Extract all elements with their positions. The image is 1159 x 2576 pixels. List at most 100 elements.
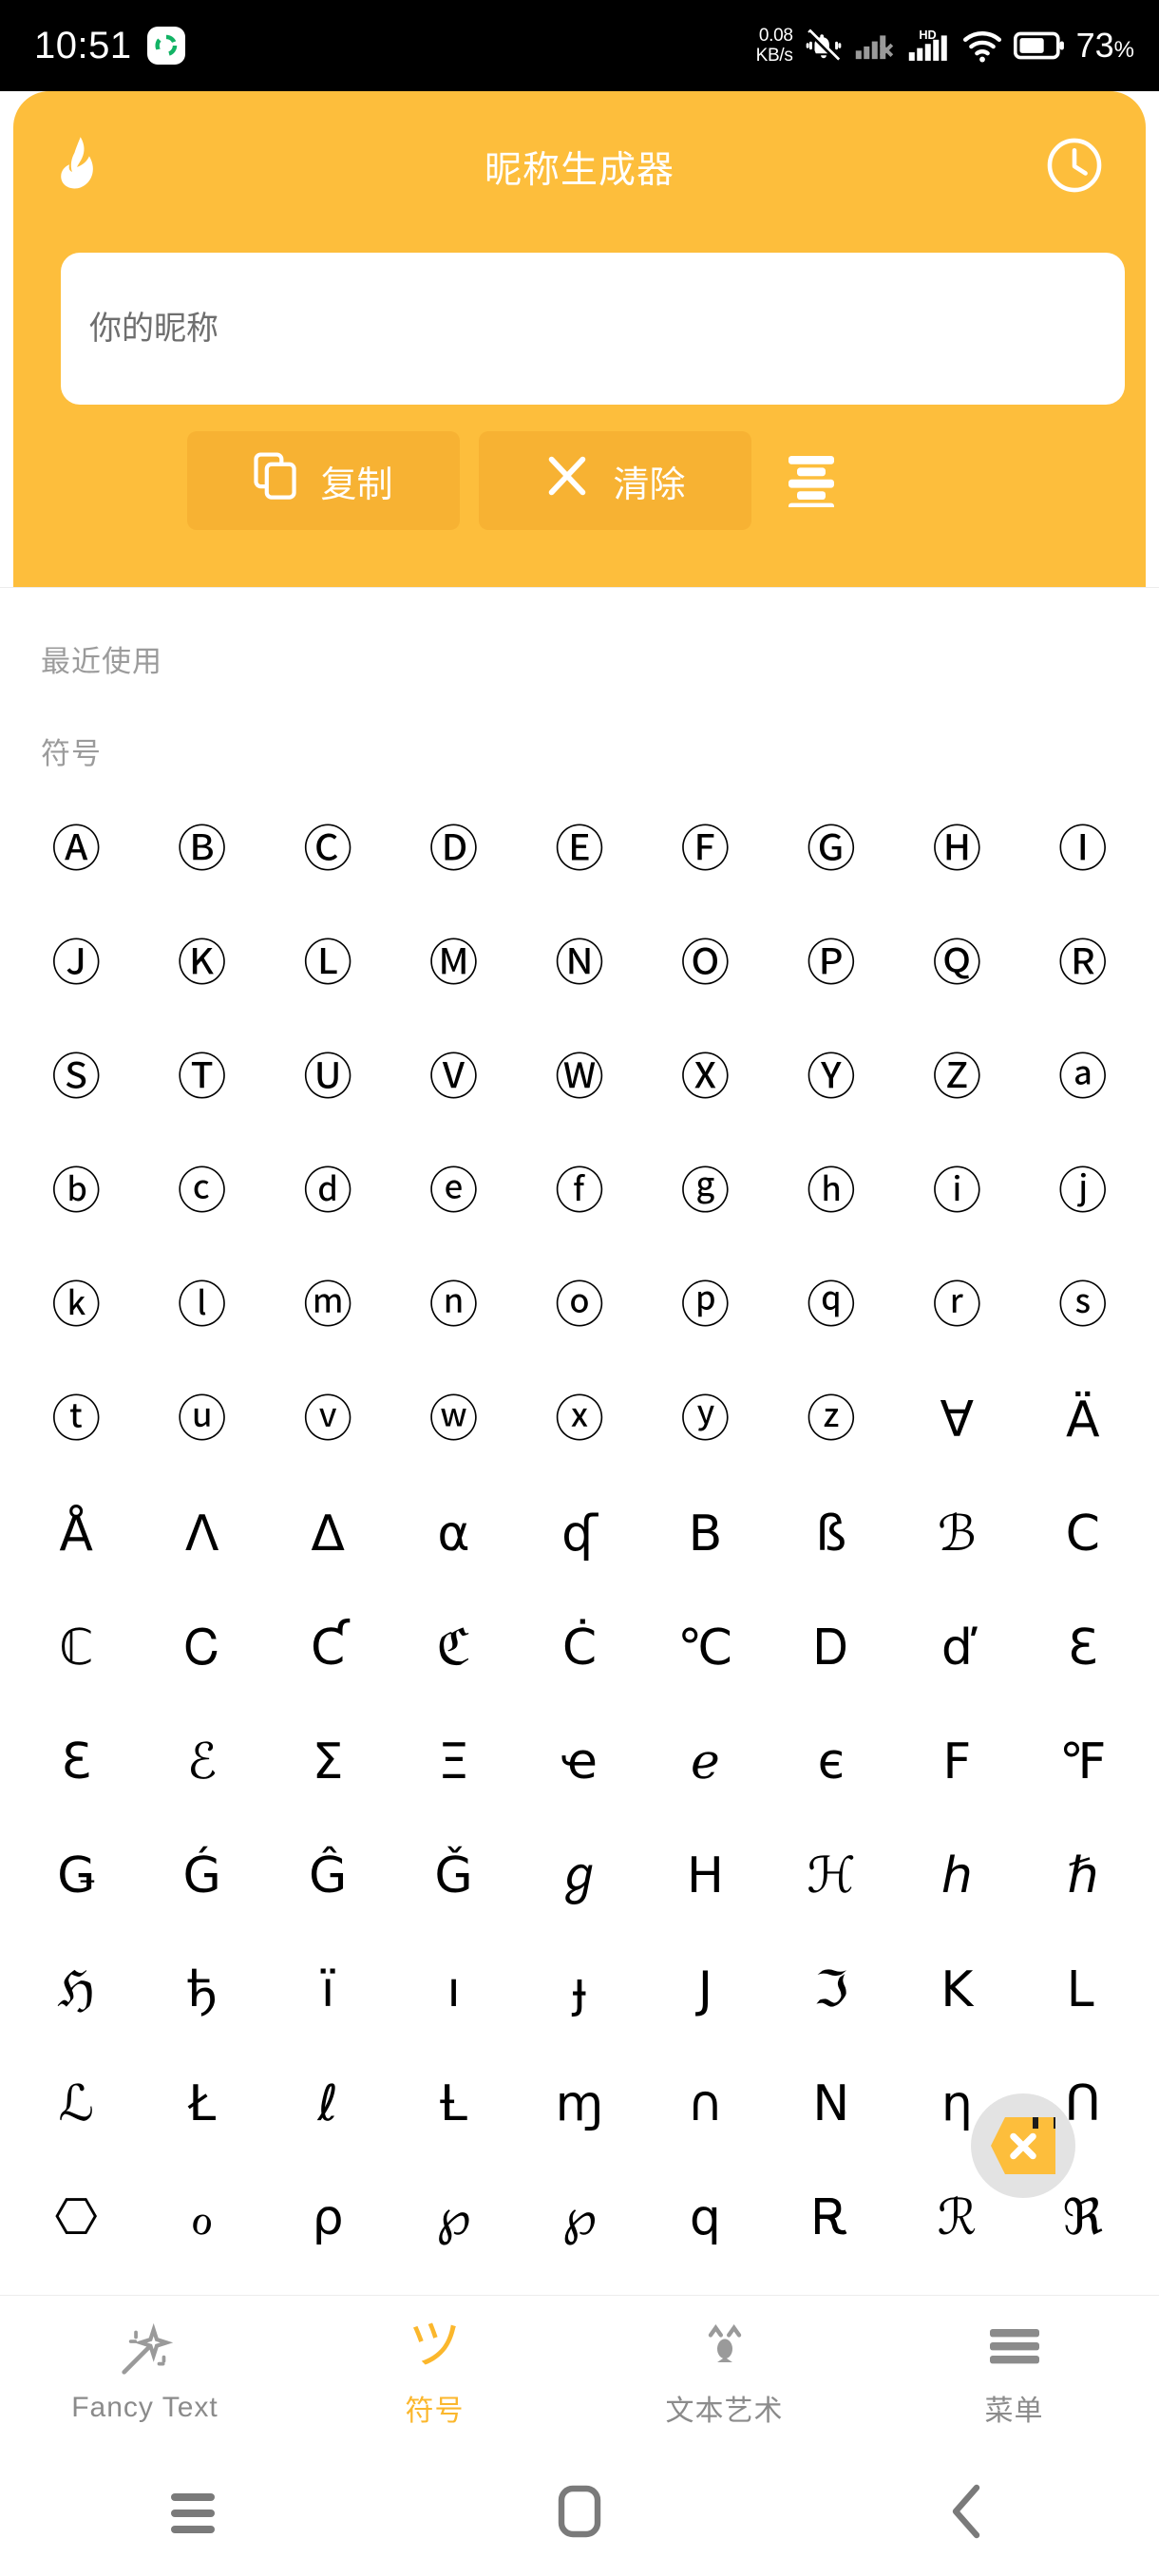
- symbol-cell[interactable]: Ǧ: [390, 1819, 516, 1933]
- symbol-cell[interactable]: ℰ: [139, 1705, 264, 1819]
- symbol-cell[interactable]: Ⓓ: [390, 793, 516, 907]
- symbol-cell[interactable]: ρ: [265, 2161, 390, 2275]
- symbol-cell[interactable]: ⓑ: [13, 1135, 139, 1249]
- symbol-cell[interactable]: ⓨ: [642, 1363, 768, 1477]
- symbol-cell[interactable]: Δ: [265, 1477, 390, 1591]
- symbol-cell[interactable]: ⓟ: [642, 1249, 768, 1363]
- symbol-cell[interactable]: Η: [642, 1819, 768, 1933]
- symbol-cell[interactable]: ⓚ: [13, 1249, 139, 1363]
- symbol-cell[interactable]: ℃: [642, 1591, 768, 1705]
- flame-icon[interactable]: [55, 135, 110, 200]
- symbol-cell[interactable]: Ԑ: [13, 1705, 139, 1819]
- symbol-cell[interactable]: Ɐ: [894, 1363, 1019, 1477]
- symbol-cell[interactable]: ℓ: [265, 2047, 390, 2161]
- symbol-cell[interactable]: ⓕ: [517, 1135, 642, 1249]
- symbol-cell[interactable]: Ƚ: [390, 2047, 516, 2161]
- symbol-cell[interactable]: Ⓐ: [13, 793, 139, 907]
- symbol-cell[interactable]: Κ: [894, 1933, 1019, 2047]
- symbol-cell[interactable]: ⓐ: [1020, 1021, 1146, 1135]
- symbol-cell[interactable]: ɟ: [517, 1933, 642, 2047]
- symbol-cell[interactable]: Ǵ: [139, 1819, 264, 1933]
- symbol-cell[interactable]: ⎔: [13, 2161, 139, 2275]
- symbol-cell[interactable]: ℯ: [642, 1705, 768, 1819]
- symbol-cell[interactable]: Ⓖ: [769, 793, 894, 907]
- symbol-cell[interactable]: ⓥ: [265, 1363, 390, 1477]
- list-options-button[interactable]: [769, 431, 854, 530]
- symbol-cell[interactable]: α: [390, 1477, 516, 1591]
- symbol-cell[interactable]: є: [769, 1705, 894, 1819]
- symbol-cell[interactable]: Ⓘ: [1020, 793, 1146, 907]
- symbol-cell[interactable]: Å: [13, 1477, 139, 1591]
- symbol-cell[interactable]: ⓤ: [139, 1363, 264, 1477]
- symbol-cell[interactable]: ï: [265, 1933, 390, 2047]
- symbol-cell[interactable]: ∩: [642, 2047, 768, 2161]
- symbol-cell[interactable]: Ꮯ: [139, 1591, 264, 1705]
- symbol-cell[interactable]: ⓣ: [13, 1363, 139, 1477]
- symbol-cell[interactable]: ı: [390, 1933, 516, 2047]
- tab-fancy-text[interactable]: Fancy Text: [0, 2296, 290, 2451]
- symbol-cell[interactable]: Ʌ: [139, 1477, 264, 1591]
- symbol-cell[interactable]: ℌ: [13, 1933, 139, 2047]
- symbol-cell[interactable]: ⓖ: [642, 1135, 768, 1249]
- symbol-cell[interactable]: Ⓩ: [894, 1021, 1019, 1135]
- symbol-cell[interactable]: Ⓗ: [894, 793, 1019, 907]
- symbol-cell[interactable]: ℒ: [13, 2047, 139, 2161]
- tab-symbols[interactable]: ツ 符号: [290, 2296, 580, 2451]
- symbol-cell[interactable]: ℑ: [769, 1933, 894, 2047]
- symbol-cell[interactable]: Ł: [139, 2047, 264, 2161]
- symbol-cell[interactable]: ⓧ: [517, 1363, 642, 1477]
- symbol-cell[interactable]: Ϝ: [894, 1705, 1019, 1819]
- symbol-cell[interactable]: ℂ: [13, 1591, 139, 1705]
- symbol-cell[interactable]: Β: [642, 1477, 768, 1591]
- recents-button[interactable]: [0, 2493, 387, 2533]
- symbol-cell[interactable]: Ⓣ: [139, 1021, 264, 1135]
- symbol-cell[interactable]: Ξ: [390, 1705, 516, 1819]
- symbol-cell[interactable]: ß: [769, 1477, 894, 1591]
- home-button[interactable]: [387, 2485, 773, 2543]
- symbol-cell[interactable]: Ⓦ: [517, 1021, 642, 1135]
- symbol-cell[interactable]: Ⓢ: [13, 1021, 139, 1135]
- symbol-cell[interactable]: Ƈ: [265, 1591, 390, 1705]
- symbol-cell[interactable]: ℋ: [769, 1819, 894, 1933]
- symbol-cell[interactable]: ɱ: [517, 2047, 642, 2161]
- symbol-cell[interactable]: Ⓧ: [642, 1021, 768, 1135]
- symbol-cell[interactable]: ⓘ: [894, 1135, 1019, 1249]
- symbol-cell[interactable]: ⓓ: [265, 1135, 390, 1249]
- symbol-cell[interactable]: ℊ: [517, 1819, 642, 1933]
- symbol-cell[interactable]: Ј: [642, 1933, 768, 2047]
- symbol-cell[interactable]: Ⓠ: [894, 907, 1019, 1021]
- symbol-cell[interactable]: ℘: [517, 2161, 642, 2275]
- symbol-cell[interactable]: ҽ: [517, 1705, 642, 1819]
- symbol-cell[interactable]: ℬ: [894, 1477, 1019, 1591]
- symbol-cell[interactable]: Ⓜ: [390, 907, 516, 1021]
- symbol-cell[interactable]: Ⓒ: [265, 793, 390, 907]
- symbol-cell[interactable]: ℉: [1020, 1705, 1146, 1819]
- symbol-cell[interactable]: Ǥ: [13, 1819, 139, 1933]
- symbol-cell[interactable]: Ⓤ: [265, 1021, 390, 1135]
- symbol-cell[interactable]: Ĝ: [265, 1819, 390, 1933]
- symbol-cell[interactable]: ℏ: [1020, 1819, 1146, 1933]
- symbol-cell[interactable]: Ⓚ: [139, 907, 264, 1021]
- symbol-cell[interactable]: ⓙ: [1020, 1135, 1146, 1249]
- symbol-cell[interactable]: ԛ: [642, 2161, 768, 2275]
- clock-history-icon[interactable]: [1045, 136, 1104, 199]
- symbol-cell[interactable]: Ⓞ: [642, 907, 768, 1021]
- back-button[interactable]: [772, 2484, 1159, 2544]
- floating-close-widget[interactable]: [971, 2093, 1075, 2198]
- symbol-cell[interactable]: Ν: [769, 2047, 894, 2161]
- symbol-cell[interactable]: ⓩ: [769, 1363, 894, 1477]
- symbol-cell[interactable]: Ꭱ: [769, 2161, 894, 2275]
- symbol-cell[interactable]: Ċ: [517, 1591, 642, 1705]
- symbol-cell[interactable]: ℘: [390, 2161, 516, 2275]
- symbol-cell[interactable]: ⓝ: [390, 1249, 516, 1363]
- symbol-cell[interactable]: ⓜ: [265, 1249, 390, 1363]
- symbol-cell[interactable]: Ɛ: [1020, 1591, 1146, 1705]
- symbol-cell[interactable]: Σ: [265, 1705, 390, 1819]
- symbol-cell[interactable]: ⓢ: [1020, 1249, 1146, 1363]
- symbol-cell[interactable]: Ⓕ: [642, 793, 768, 907]
- symbol-cell[interactable]: ℴ: [139, 2161, 264, 2275]
- symbol-cell[interactable]: Ä: [1020, 1363, 1146, 1477]
- symbol-cell[interactable]: Ꭰ: [769, 1591, 894, 1705]
- symbol-cell[interactable]: ď: [894, 1591, 1019, 1705]
- symbol-cell[interactable]: Ⓥ: [390, 1021, 516, 1135]
